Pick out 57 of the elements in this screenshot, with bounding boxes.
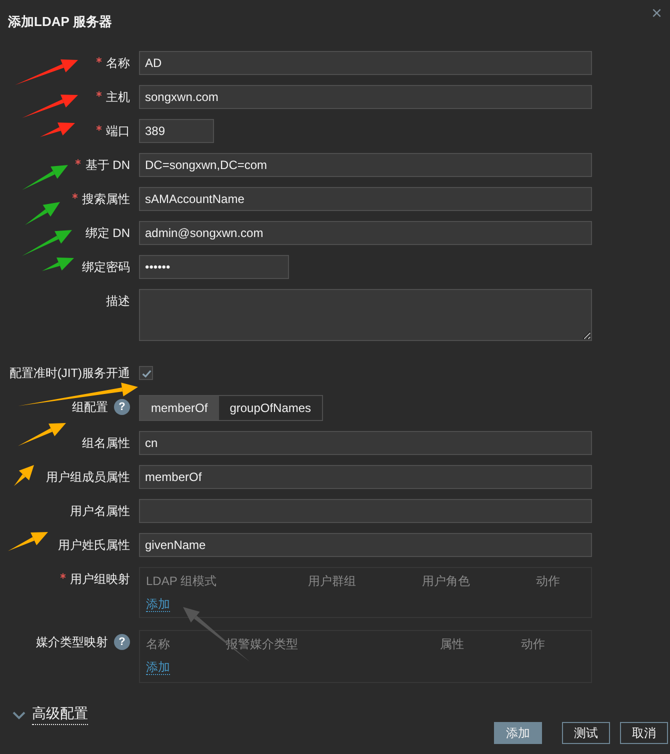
field-label: 用户组成员属性 [46, 468, 130, 486]
dialog-button[interactable]: 测试 [562, 722, 610, 744]
help-icon[interactable]: ? [114, 634, 130, 650]
arrow-icon [40, 122, 75, 137]
arrow-icon [22, 230, 72, 256]
arrow-icon [22, 94, 78, 118]
dialog-button[interactable]: 取消 [620, 722, 668, 744]
input-field[interactable]: 389 [139, 119, 214, 143]
input-field[interactable]: memberOf [139, 465, 592, 489]
column-header: 用户群组 [308, 573, 357, 590]
checkbox[interactable] [139, 366, 153, 380]
chevron-icon[interactable] [12, 710, 26, 720]
field-label: 配置准时(JIT)服务开通 [9, 364, 130, 382]
input-field[interactable]: givenName [139, 533, 592, 557]
field-label: 描述 [106, 292, 130, 310]
field-label: 名称 [106, 54, 130, 72]
field-label: 媒介类型映射 [36, 634, 108, 650]
field-label: 用户名属性 [70, 502, 130, 520]
advanced-link[interactable]: 高级配置 [32, 705, 88, 725]
column-header: 动作 [521, 636, 546, 653]
input-field[interactable]: songxwn.com [139, 85, 592, 109]
input-field[interactable] [139, 499, 592, 523]
field-label: 绑定密码 [82, 258, 130, 276]
arrow-icon [25, 202, 60, 225]
field-label: 端口 [106, 122, 130, 140]
input-field[interactable]: DC=songxwn,DC=com [139, 153, 592, 177]
column-header: LDAP 组模式 [146, 573, 218, 590]
add-link[interactable]: 添加 [146, 597, 170, 612]
field-label: 主机 [106, 88, 130, 106]
field-label: 绑定 DN [85, 224, 130, 242]
arrow-icon [15, 59, 78, 85]
help-icon[interactable]: ? [114, 399, 130, 415]
field-label: 用户姓氏属性 [58, 536, 130, 554]
field-label: 用户组映射 [70, 570, 130, 588]
input-field[interactable]: •••••• [139, 255, 289, 279]
add-link[interactable]: 添加 [146, 660, 170, 675]
column-header: 用户角色 [422, 573, 471, 590]
arrow-icon [8, 532, 48, 551]
field-label: 组配置 [72, 398, 108, 416]
input-field[interactable]: AD [139, 51, 592, 75]
arrow-icon [22, 165, 68, 190]
arrow-icon [18, 423, 66, 446]
column-header: 属性 [440, 636, 465, 653]
arrow-icon [14, 465, 34, 486]
field-label: 搜索属性 [82, 190, 130, 208]
arrow-icon [42, 258, 74, 271]
field-label: 组名属性 [82, 434, 130, 452]
input-field[interactable]: sAMAccountName [139, 187, 592, 211]
input-field[interactable]: cn [139, 431, 592, 455]
segment-option[interactable]: memberOf [140, 396, 219, 420]
close-button[interactable]: × [651, 6, 662, 20]
field-label: 基于 DN [85, 156, 130, 174]
arrow-icon [183, 607, 250, 662]
dialog-title: 添加LDAP 服务器 [8, 13, 112, 31]
input-field[interactable]: admin@songxwn.com [139, 221, 592, 245]
column-header: 名称 [146, 636, 171, 653]
column-header: 动作 [536, 573, 561, 590]
